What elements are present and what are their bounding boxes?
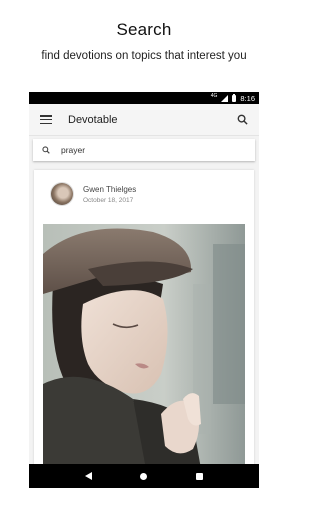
app-title: Devotable (68, 113, 118, 126)
phone-screen: 4G 8:16 Devotable Gwen Thielges October … (29, 92, 259, 488)
promo-subline: find devotions on topics that interest y… (41, 50, 247, 62)
search-icon (37, 146, 55, 154)
search-bar[interactable] (33, 139, 255, 161)
search-icon[interactable] (231, 109, 253, 131)
app-bar: Devotable (29, 104, 259, 136)
devotion-photo[interactable] (43, 224, 245, 480)
author-name[interactable]: Gwen Thielges (83, 185, 136, 194)
status-time: 8:16 (240, 93, 255, 103)
hamburger-menu-icon[interactable] (40, 115, 52, 124)
navigation-bar (29, 464, 259, 488)
signal-icon (221, 94, 229, 102)
battery-icon (232, 93, 237, 102)
search-input[interactable] (61, 145, 241, 155)
promo-headline: Search (116, 20, 172, 39)
back-triangle-icon[interactable] (85, 472, 93, 480)
home-circle-icon[interactable] (140, 472, 148, 480)
status-bar: 4G 8:16 (29, 92, 259, 104)
devotion-card[interactable]: Gwen Thielges October 18, 2017 (34, 170, 254, 480)
post-date: October 18, 2017 (83, 197, 134, 204)
avatar[interactable] (51, 183, 73, 205)
recents-square-icon[interactable] (195, 472, 203, 480)
network-type: 4G (210, 93, 218, 99)
